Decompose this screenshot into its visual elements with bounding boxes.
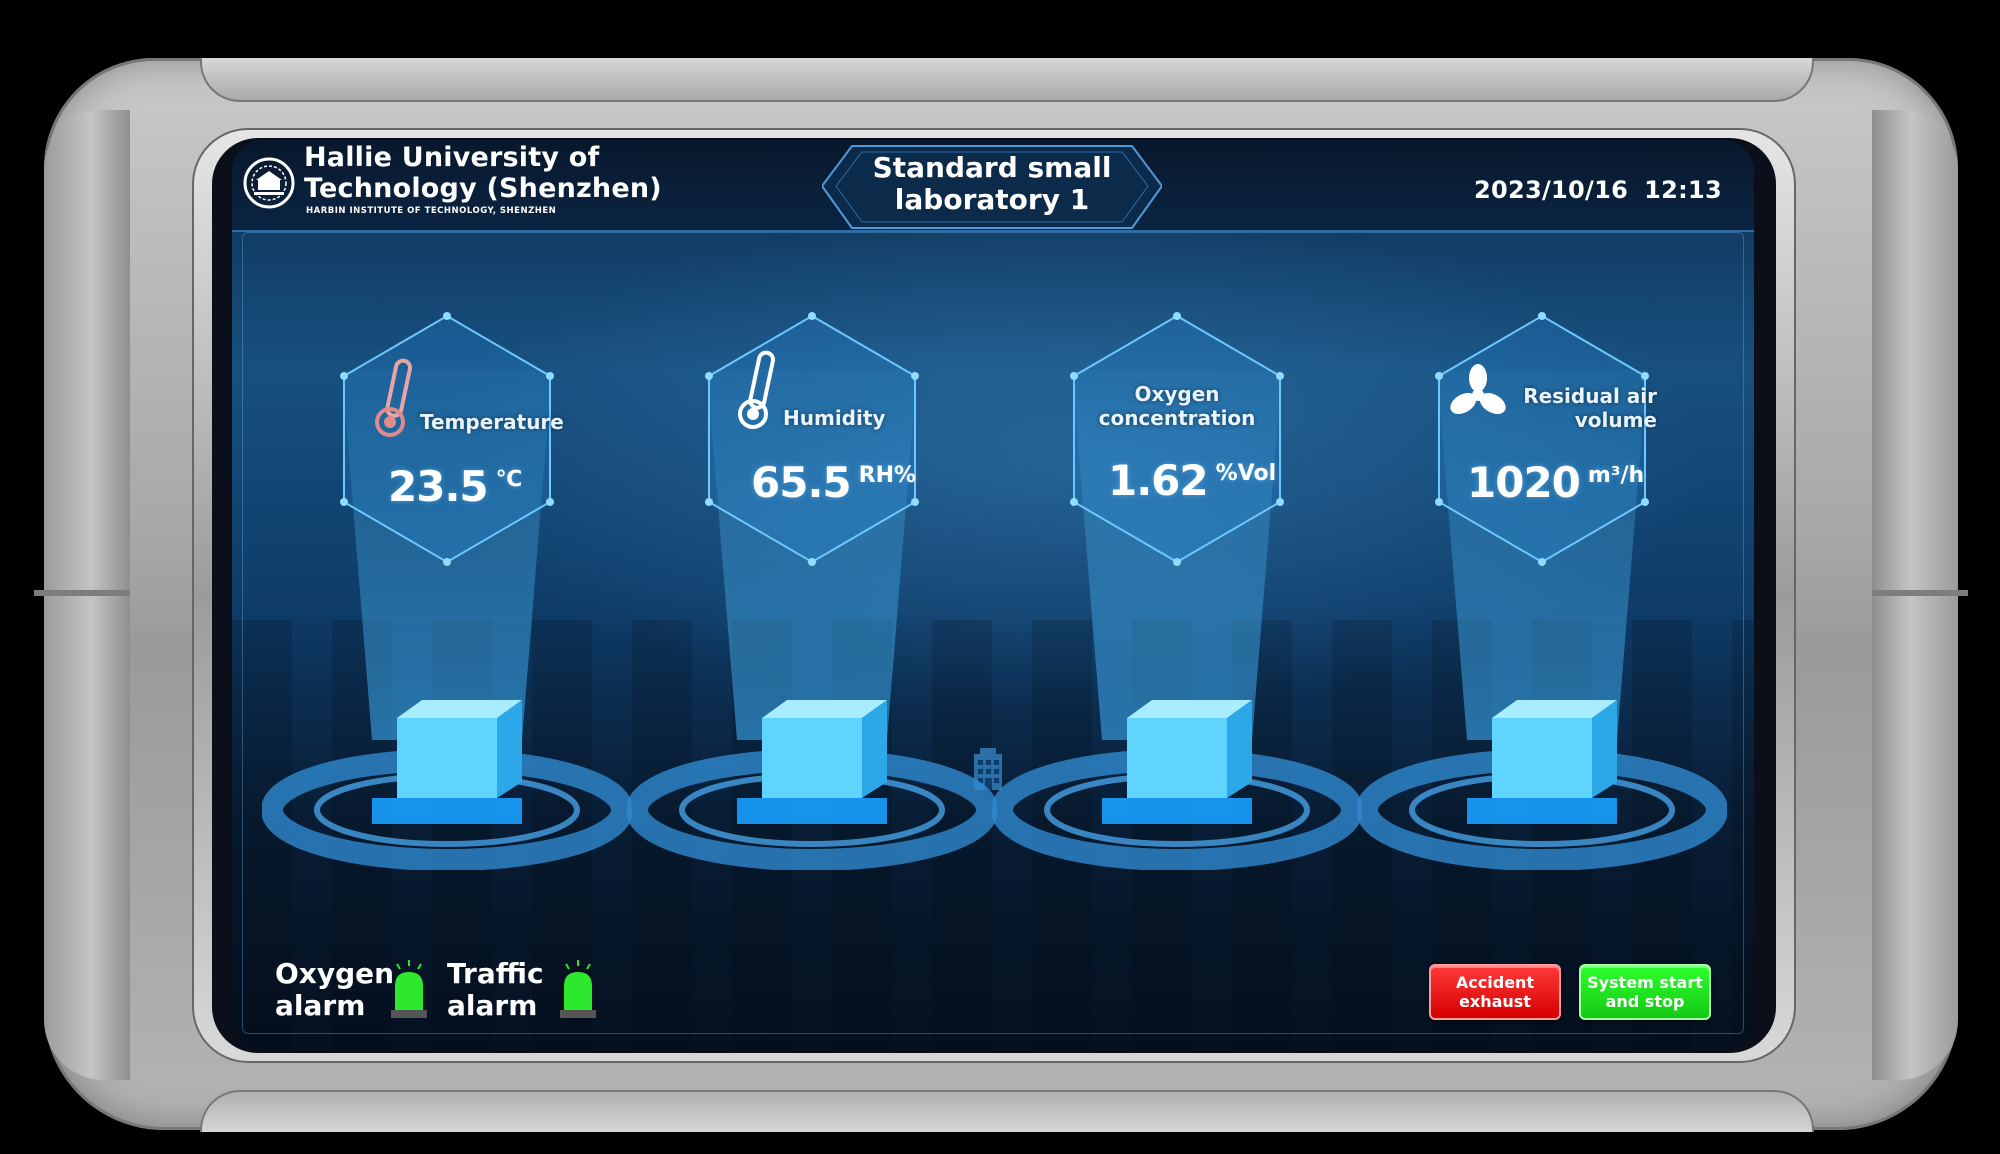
metric-unit: ℃ (495, 467, 523, 492)
pedestal-cube (262, 700, 632, 870)
metric-label: Humidity (783, 406, 886, 430)
metric-number: 1.62 (1108, 456, 1209, 505)
metric-card-humidity: Humidity 65.5 RH% (627, 310, 997, 870)
metric-value: 65.5 RH% (751, 458, 916, 507)
metric-number: 1020 (1467, 458, 1581, 507)
metric-label: Temperature (420, 410, 564, 434)
pedestal-cube (992, 700, 1362, 870)
metric-label: Oxygen concentration (1098, 382, 1256, 430)
metric-unit: m³/h (1587, 463, 1645, 488)
pedestal-cube (627, 700, 997, 870)
metric-card-temperature: Temperature 23.5 ℃ (262, 310, 632, 870)
metric-unit: %Vol (1215, 461, 1277, 486)
metric-number: 23.5 (388, 462, 489, 511)
thermometer-icon (375, 358, 413, 437)
metric-label: Residual air volume (1523, 384, 1657, 432)
housing-top-rail (200, 58, 1814, 102)
metric-value: 1.62 %Vol (1108, 456, 1276, 505)
accident-exhaust-button[interactable]: Accident exhaust (1429, 964, 1561, 1020)
thermometer-icon (738, 350, 776, 429)
hexagon-frame (1435, 312, 1649, 566)
oxygen-alarm-label: Oxygen alarm (275, 957, 395, 1022)
metric-card-oxygen: Oxygen concentration 1.62 %Vol (992, 310, 1362, 870)
housing-bottom-rail (200, 1090, 1814, 1132)
hexagon-frame (340, 312, 554, 566)
housing-seam-left (34, 590, 130, 596)
time-text: 12:13 (1644, 176, 1722, 204)
dashboard-screen: Hallie University of Technology (Shenzhe… (232, 140, 1754, 1050)
metric-card-air-volume: Residual air volume 1020 m³/h (1357, 310, 1727, 870)
traffic-alarm-label: Traffic alarm (447, 957, 544, 1022)
university-logo-icon (243, 157, 295, 209)
header-bar: Hallie University of Technology (Shenzhe… (232, 140, 1754, 232)
metric-number: 65.5 (751, 458, 852, 507)
page-title: Standard small laboratory 1 (872, 151, 1112, 216)
system-start-stop-button[interactable]: System start and stop (1579, 964, 1711, 1020)
metric-unit: RH% (858, 463, 917, 488)
pedestal-cube (1357, 700, 1727, 870)
university-name: Hallie University of Technology (Shenzhe… (304, 142, 662, 204)
university-subtitle: HARBIN INSTITUTE OF TECHNOLOGY, SHENZHEN (306, 206, 557, 216)
housing-seam-right (1872, 590, 1968, 596)
metric-value: 23.5 ℃ (388, 462, 522, 511)
datetime-display: 2023/10/16 12:13 (1474, 176, 1722, 204)
traffic-alarm-beacon-icon (560, 960, 596, 1018)
oxygen-alarm-beacon-icon (391, 960, 427, 1018)
hexagon-frame (1070, 312, 1284, 566)
metric-value: 1020 m³/h (1467, 458, 1644, 507)
date-text: 2023/10/16 (1473, 176, 1629, 204)
